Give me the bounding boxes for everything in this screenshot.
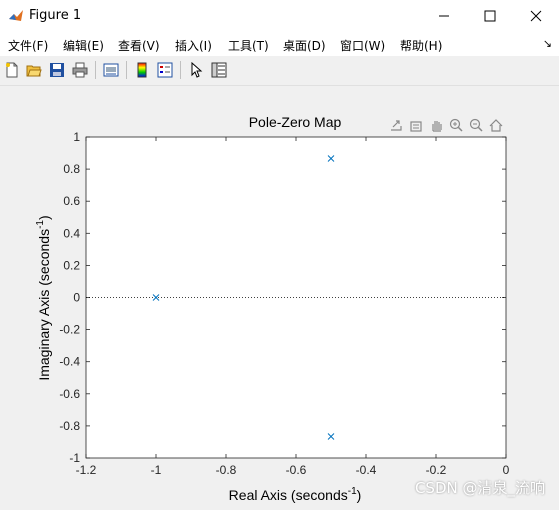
open-file-icon (26, 65, 42, 77)
maximize-button[interactable] (467, 0, 513, 32)
x-axis-label: Real Axis (seconds-1) (229, 486, 362, 503)
x-tick-label: -1 (151, 463, 162, 477)
menu-help[interactable]: 帮助(H) (400, 37, 442, 54)
menu-edit[interactable]: 编辑(E) (63, 37, 104, 54)
x-tick-label: -0.4 (356, 463, 377, 477)
save-icon (50, 63, 64, 77)
maximize-icon (484, 10, 496, 22)
new-figure-button[interactable] (2, 60, 22, 80)
figure-canvas: Pole-Zero Map -1.2 -1 -0.8 -0.6 -0.4 -0.2 0 1 0.… (0, 86, 559, 506)
export-icon[interactable] (391, 120, 402, 131)
property-editor-icon (211, 62, 227, 78)
menu-view[interactable]: 查看(V) (118, 37, 160, 54)
toolbar-separator (95, 61, 96, 79)
edit-plot-button[interactable] (186, 60, 206, 80)
toolbar-separator (126, 61, 127, 79)
print-preview-button[interactable] (101, 60, 121, 80)
matlab-app-icon (8, 8, 24, 24)
legend-icon (157, 62, 173, 78)
home-restore-view-icon[interactable] (489, 119, 503, 132)
y-tick-label: -0.8 (59, 419, 80, 433)
print-preview-icon (103, 63, 119, 77)
y-tick-label: 0.2 (63, 258, 80, 272)
edit-plot-pointer-icon (191, 62, 203, 78)
brush-data-icon[interactable] (410, 121, 422, 132)
new-figure-icon (6, 62, 18, 78)
colorbar-icon (137, 62, 147, 78)
property-editor-button[interactable] (209, 60, 229, 80)
y-tick-label: -0.2 (59, 323, 80, 337)
x-tick-label: -0.8 (216, 463, 237, 477)
y-tick-label: -1 (69, 451, 80, 465)
y-tick-label: 1 (73, 130, 80, 144)
menu-window[interactable]: 窗口(W) (340, 37, 385, 54)
zoom-out-icon[interactable] (469, 118, 483, 132)
x-tick-label: -0.2 (426, 463, 447, 477)
pan-hand-icon[interactable] (432, 121, 442, 132)
y-tick-label: 0.4 (63, 226, 80, 240)
open-file-button[interactable] (24, 60, 44, 80)
window-titlebar: Figure 1 (0, 0, 559, 32)
menu-bar: 文件(F) 编辑(E) 查看(V) 插入(I) 工具(T) 桌面(D) 窗口(W… (0, 32, 559, 56)
zoom-in-icon[interactable] (449, 118, 463, 132)
minimize-button[interactable] (421, 0, 467, 32)
y-axis-label: Imaginary Axis (seconds-1) (35, 215, 52, 380)
print-icon (72, 62, 88, 78)
x-tick-label: 0 (503, 463, 510, 477)
x-tick-label: -1.2 (76, 463, 97, 477)
toolbar-separator (180, 61, 181, 79)
menu-file[interactable]: 文件(F) (8, 37, 48, 54)
watermark-text: CSDN @清泉_流响 (414, 479, 545, 497)
minimize-icon (439, 15, 449, 17)
chart-title: Pole-Zero Map (249, 114, 342, 130)
y-tick-label: 0.6 (63, 194, 80, 208)
menu-desktop[interactable]: 桌面(D) (283, 37, 326, 54)
y-tick-label: -0.4 (59, 355, 80, 369)
axes-toolbar (391, 118, 503, 132)
y-tick-label: 0.8 (63, 162, 80, 176)
menu-tools[interactable]: 工具(T) (228, 37, 269, 54)
x-tick-label: -0.6 (286, 463, 307, 477)
save-button[interactable] (47, 60, 67, 80)
window-title: Figure 1 (29, 8, 82, 23)
menu-overflow-arrow[interactable]: ↘ (543, 37, 552, 50)
colorbar-button[interactable] (132, 60, 152, 80)
legend-button[interactable] (155, 60, 175, 80)
menu-insert[interactable]: 插入(I) (175, 37, 212, 54)
close-button[interactable] (513, 0, 559, 32)
print-button[interactable] (70, 60, 90, 80)
figure-toolbar (0, 56, 559, 86)
close-icon (530, 10, 542, 22)
y-tick-label: 0 (73, 291, 80, 305)
y-tick-label: -0.6 (59, 387, 80, 401)
pole-zero-chart: Pole-Zero Map -1.2 -1 -0.8 -0.6 -0.4 -0.2 010.… (35, 114, 510, 503)
